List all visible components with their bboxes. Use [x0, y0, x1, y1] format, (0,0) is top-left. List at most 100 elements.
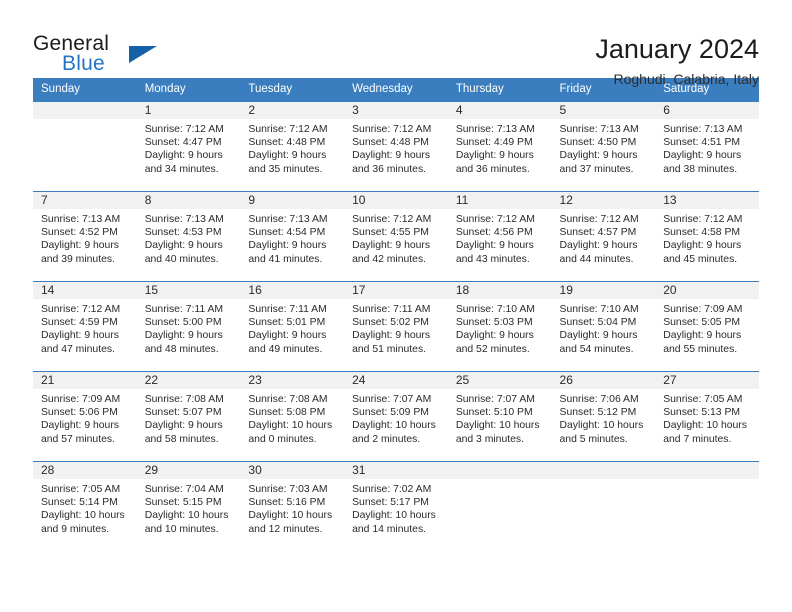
day-details: Sunrise: 7:05 AM Sunset: 5:14 PM Daylight:… — [33, 479, 137, 536]
sunrise-text: Sunrise: 7:04 AM — [144, 484, 224, 495]
daylight-text-line1: Daylight: 9 hours — [144, 330, 223, 342]
sunset-text: Sunset: 5:13 PM — [663, 407, 741, 419]
calendar-day-cell[interactable]: 1 Sunrise: 7:12 AM Sunset: 4:47 PM Daylight… — [136, 101, 241, 192]
daylight-text-line2: and 3 minutes. — [455, 433, 524, 445]
calendar-day-cell[interactable]: 19 Sunrise: 7:10 AM Sunset: 5:04 PM Dayligh… — [551, 281, 656, 372]
title-block: January 2024 Roghudi, Calabria, Italy — [595, 33, 759, 88]
daylight-text-line1: Daylight: 9 hours — [559, 150, 638, 162]
calendar-day-cell[interactable]: 24 Sunrise: 7:07 AM Sunset: 5:09 PM Dayligh… — [344, 371, 448, 462]
day-number: 20 — [655, 282, 759, 299]
sunset-text: Sunset: 4:54 PM — [248, 227, 326, 239]
sunset-text: Sunset: 5:14 PM — [41, 497, 118, 509]
calendar-day-cell[interactable]: 31 Sunrise: 7:02 AM Sunset: 5:17 PM Dayligh… — [344, 461, 448, 552]
calendar-page: General Blue January 2024 Roghudi, Calab… — [0, 0, 792, 612]
calendar-day-cell[interactable]: 9 Sunrise: 7:13 AM Sunset: 4:54 PM Daylight… — [240, 191, 345, 282]
day-details: Sunrise: 7:09 AM Sunset: 5:06 PM Daylight:… — [33, 389, 137, 446]
day-details: Sunrise: 7:12 AM Sunset: 4:58 PM Daylight:… — [655, 209, 759, 266]
calendar-day-cell[interactable]: 14 Sunrise: 7:12 AM Sunset: 4:59 PM Dayligh… — [33, 281, 137, 372]
day-number: 7 — [33, 192, 137, 209]
daylight-text-line2: and 48 minutes. — [144, 343, 219, 355]
sunrise-text: Sunrise: 7:09 AM — [663, 304, 743, 315]
calendar-day-cell[interactable]: 26 Sunrise: 7:06 AM Sunset: 5:12 PM Dayligh… — [551, 371, 656, 462]
sunset-text: Sunset: 5:08 PM — [248, 407, 326, 419]
daylight-text-line1: Daylight: 10 hours — [248, 510, 333, 522]
day-details: Sunrise: 7:10 AM Sunset: 5:03 PM Daylight:… — [448, 299, 552, 356]
day-details: Sunrise: 7:09 AM Sunset: 5:05 PM Daylight:… — [655, 299, 759, 356]
calendar-day-cell[interactable]: 30 Sunrise: 7:03 AM Sunset: 5:16 PM Dayligh… — [240, 461, 345, 552]
calendar-day-cell[interactable]: 2 Sunrise: 7:12 AM Sunset: 4:48 PM Daylight… — [240, 101, 345, 192]
calendar-day-cell[interactable]: 20 Sunrise: 7:09 AM Sunset: 5:05 PM Dayligh… — [655, 281, 759, 372]
daylight-text-line2: and 5 minutes. — [559, 433, 628, 445]
calendar-day-cell[interactable]: 15 Sunrise: 7:11 AM Sunset: 5:00 PM Dayligh… — [136, 281, 241, 372]
sunrise-text: Sunrise: 7:12 AM — [144, 124, 224, 135]
brand-logo: General Blue — [33, 33, 163, 81]
calendar-day-cell[interactable]: 10 Sunrise: 7:12 AM Sunset: 4:55 PM Dayligh… — [344, 191, 448, 282]
calendar-day-cell[interactable]: 6 Sunrise: 7:13 AM Sunset: 4:51 PM Daylight… — [655, 101, 759, 192]
sunset-text: Sunset: 5:10 PM — [455, 407, 533, 419]
daylight-text-line2: and 38 minutes. — [663, 163, 738, 175]
sunrise-text: Sunrise: 7:09 AM — [41, 394, 121, 405]
sunrise-text: Sunrise: 7:07 AM — [455, 394, 535, 405]
calendar-day-cell[interactable]: 5 Sunrise: 7:13 AM Sunset: 4:50 PM Daylight… — [551, 101, 656, 192]
calendar-day-cell[interactable]: 4 Sunrise: 7:13 AM Sunset: 4:49 PM Daylight… — [447, 101, 552, 192]
daylight-text-line1: Daylight: 9 hours — [144, 150, 223, 162]
sunset-text: Sunset: 5:09 PM — [352, 407, 429, 419]
day-details: Sunrise: 7:06 AM Sunset: 5:12 PM Daylight:… — [552, 389, 656, 446]
daylight-text-line1: Daylight: 10 hours — [144, 510, 229, 522]
sunrise-text: Sunrise: 7:08 AM — [144, 394, 224, 405]
calendar-week-row: 1 Sunrise: 7:12 AM Sunset: 4:47 PM Daylight… — [33, 101, 759, 192]
calendar-day-cell[interactable]: 3 Sunrise: 7:12 AM Sunset: 4:48 PM Daylight… — [344, 101, 448, 192]
sunrise-text: Sunrise: 7:12 AM — [41, 304, 121, 315]
calendar-day-cell[interactable]: 16 Sunrise: 7:11 AM Sunset: 5:01 PM Dayligh… — [240, 281, 345, 372]
day-details: Sunrise: 7:04 AM Sunset: 5:15 PM Daylight:… — [137, 479, 241, 536]
calendar-day-cell[interactable]: 13 Sunrise: 7:12 AM Sunset: 4:58 PM Dayligh… — [655, 191, 759, 282]
calendar-day-cell[interactable]: 23 Sunrise: 7:08 AM Sunset: 5:08 PM Dayligh… — [240, 371, 345, 462]
day-number: 30 — [240, 462, 345, 479]
calendar-day-cell[interactable]: 22 Sunrise: 7:08 AM Sunset: 5:07 PM Dayligh… — [136, 371, 241, 462]
calendar-body: 1 Sunrise: 7:12 AM Sunset: 4:47 PM Daylight… — [33, 101, 759, 552]
page-title: January 2024 — [595, 34, 759, 64]
daylight-text-line1: Daylight: 9 hours — [663, 150, 742, 162]
calendar-day-cell[interactable]: 12 Sunrise: 7:12 AM Sunset: 4:57 PM Dayligh… — [551, 191, 656, 282]
calendar-day-cell[interactable]: 8 Sunrise: 7:13 AM Sunset: 4:53 PM Daylight… — [136, 191, 241, 282]
daylight-text-line2: and 57 minutes. — [41, 433, 115, 445]
sunset-text: Sunset: 4:48 PM — [248, 137, 326, 149]
calendar-day-cell[interactable]: 17 Sunrise: 7:11 AM Sunset: 5:02 PM Dayligh… — [344, 281, 448, 372]
daylight-text-line2: and 34 minutes. — [144, 163, 219, 175]
daylight-text-line1: Daylight: 10 hours — [559, 420, 644, 432]
calendar-day-cell[interactable]: 7 Sunrise: 7:13 AM Sunset: 4:52 PM Daylight… — [33, 191, 137, 282]
sunrise-text: Sunrise: 7:10 AM — [455, 304, 535, 315]
daylight-text-line1: Daylight: 9 hours — [455, 330, 534, 342]
calendar-day-cell[interactable]: 18 Sunrise: 7:10 AM Sunset: 5:03 PM Dayligh… — [447, 281, 552, 372]
sunrise-text: Sunrise: 7:12 AM — [455, 214, 535, 225]
day-number: 28 — [33, 462, 137, 479]
calendar-day-cell[interactable]: 11 Sunrise: 7:12 AM Sunset: 4:56 PM Dayligh… — [447, 191, 552, 282]
day-details: Sunrise: 7:02 AM Sunset: 5:17 PM Daylight:… — [344, 479, 448, 536]
sunrise-text: Sunrise: 7:12 AM — [352, 214, 432, 225]
daylight-text-line2: and 9 minutes. — [41, 523, 110, 535]
day-number: 23 — [240, 372, 345, 389]
weekday-header-thursday: Thursday — [447, 78, 552, 102]
calendar-day-cell[interactable]: 29 Sunrise: 7:04 AM Sunset: 5:15 PM Dayligh… — [136, 461, 241, 552]
weekday-header-tuesday: Tuesday — [240, 78, 345, 102]
day-details: Sunrise: 7:11 AM Sunset: 5:01 PM Daylight:… — [240, 299, 344, 356]
day-number: 31 — [344, 462, 448, 479]
sunrise-text: Sunrise: 7:13 AM — [248, 214, 328, 225]
daylight-text-line2: and 2 minutes. — [352, 433, 421, 445]
calendar-day-cell[interactable]: 25 Sunrise: 7:07 AM Sunset: 5:10 PM Dayligh… — [447, 371, 552, 462]
calendar-day-cell[interactable]: 28 Sunrise: 7:05 AM Sunset: 5:14 PM Dayligh… — [33, 461, 137, 552]
daylight-text-line1: Daylight: 10 hours — [41, 510, 125, 522]
calendar-week-row: 21 Sunrise: 7:09 AM Sunset: 5:06 PM Dayligh… — [33, 371, 759, 462]
sunset-text: Sunset: 5:04 PM — [559, 317, 637, 329]
day-number: 4 — [447, 102, 552, 119]
daylight-text-line1: Daylight: 9 hours — [663, 240, 742, 252]
calendar-week-row: 28 Sunrise: 7:05 AM Sunset: 5:14 PM Dayligh… — [33, 461, 759, 552]
day-number: 16 — [240, 282, 345, 299]
calendar-day-cell[interactable]: 21 Sunrise: 7:09 AM Sunset: 5:06 PM Dayligh… — [33, 371, 137, 462]
brand-triangle-icon — [129, 46, 157, 63]
calendar-day-cell[interactable]: 27 Sunrise: 7:05 AM Sunset: 5:13 PM Dayligh… — [655, 371, 759, 462]
daylight-text-line2: and 0 minutes. — [248, 433, 317, 445]
daylight-text-line1: Daylight: 10 hours — [352, 510, 436, 522]
sunrise-text: Sunrise: 7:12 AM — [663, 214, 743, 225]
sunrise-text: Sunrise: 7:11 AM — [352, 304, 431, 315]
